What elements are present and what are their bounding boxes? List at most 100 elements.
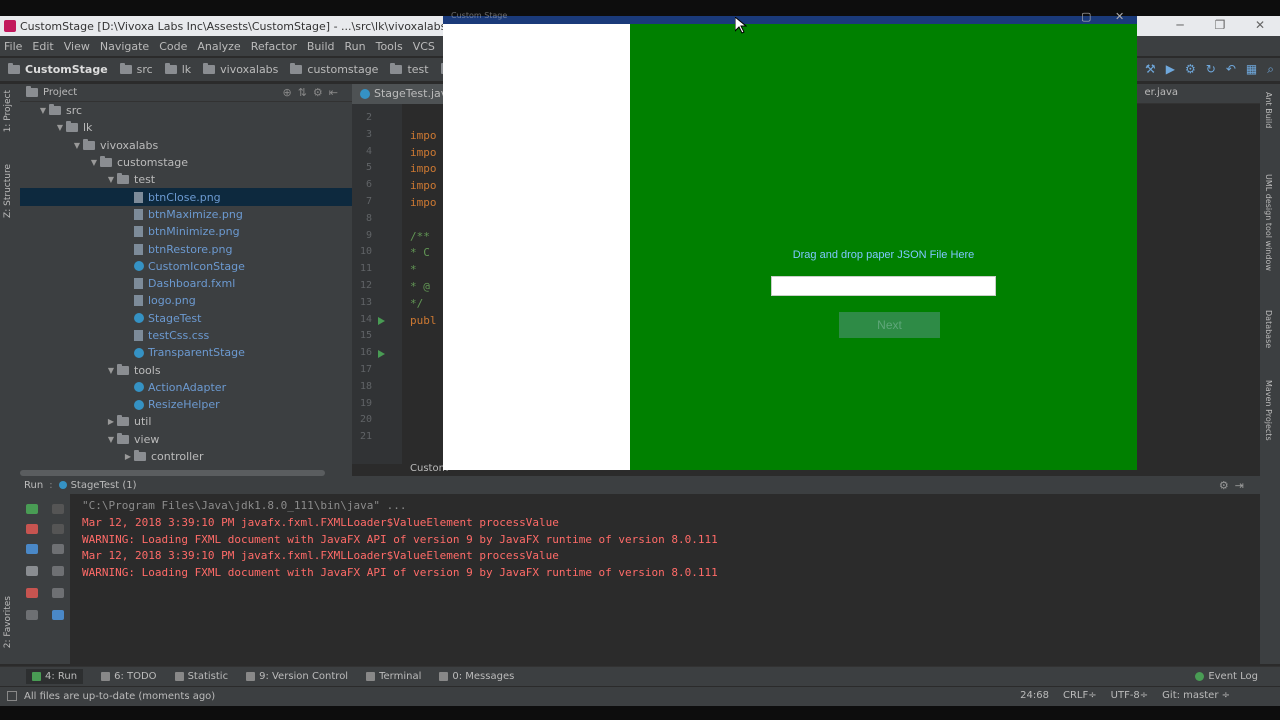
menu-item-view[interactable]: View [64,40,90,53]
breadcrumb-item[interactable]: vivoxalabs [203,63,278,76]
tree-item[interactable]: btnMinimize.png [20,223,352,240]
expand-arrow-icon[interactable]: ▼ [105,435,117,444]
tree-item[interactable]: CustomIconStage [20,258,352,275]
tree-item[interactable]: ActionAdapter [20,379,352,396]
run-icon[interactable]: ▶ [1166,62,1175,77]
next-button[interactable]: Next [839,312,940,338]
code-line[interactable]: impo [410,196,437,209]
menu-item-vcs[interactable]: VCS [413,40,435,53]
undo-icon[interactable]: ↶ [1226,62,1236,77]
file-encoding[interactable]: UTF-8÷ [1111,690,1149,701]
code-line[interactable]: * [410,263,417,276]
code-line[interactable]: impo [410,179,437,192]
database-tool-tab[interactable]: Database [1264,310,1273,348]
tool-window-button[interactable]: 0: Messages [439,671,514,682]
breadcrumb-item[interactable]: customstage [290,63,378,76]
tree-item[interactable]: ▼ view [20,431,352,448]
minimize-icon[interactable]: ─ [1165,18,1195,32]
menu-item-code[interactable]: Code [159,40,187,53]
pause-icon[interactable] [26,544,38,554]
maven-tool-tab[interactable]: Maven Projects [1264,380,1273,441]
tool-window-button[interactable]: 4: Run [26,669,84,684]
favorites-tool-tab[interactable]: 2: Favorites [3,596,13,648]
project-tool-tab[interactable]: 1: Project [3,90,13,132]
tree-item[interactable]: TransparentStage [20,344,352,361]
vcs-update-icon[interactable]: ↻ [1206,62,1216,77]
expand-arrow-icon[interactable]: ▼ [37,106,49,115]
scroll-to-end-icon[interactable] [52,566,64,576]
expand-arrow-icon[interactable]: ▼ [88,158,100,167]
line-separator[interactable]: CRLF÷ [1063,690,1097,701]
ant-build-tool-tab[interactable]: Ant Build [1264,92,1273,128]
git-branch[interactable]: Git: master ÷ [1162,690,1230,701]
expand-arrow-icon[interactable]: ▼ [105,175,117,184]
expand-arrow-icon[interactable]: ▼ [105,366,117,375]
tree-item[interactable]: ▶ util [20,413,352,430]
debug-icon[interactable]: ⚙ [1185,62,1196,77]
menu-item-run[interactable]: Run [345,40,366,53]
tool-window-button[interactable]: 6: TODO [101,671,157,682]
stage-maximize-icon[interactable]: ▢ [1081,10,1091,23]
tool-windows-toggle-icon[interactable] [7,691,17,701]
tree-item[interactable]: ▼ lk [20,119,352,136]
breadcrumb-item[interactable]: src [119,63,153,76]
tree-item[interactable]: ▼ vivoxalabs [20,137,352,154]
run-settings-icon[interactable]: ⚙⇥ [1219,479,1250,492]
tool-window-button[interactable]: 9: Version Control [246,671,348,682]
tree-item[interactable]: ▼ tools [20,361,352,378]
json-file-input[interactable] [771,276,996,296]
expand-arrow-icon[interactable]: ▼ [54,123,66,132]
tree-item[interactable]: logo.png [20,292,352,309]
print-icon[interactable] [52,588,64,598]
uml-tool-tab[interactable]: UML design tool window [1264,174,1273,271]
search-icon[interactable]: ⌕ [1267,62,1274,77]
run-config-name[interactable]: StageTest (1) [71,480,137,491]
project-panel-tools-icon[interactable]: ⊕⇅⚙⇤ [282,86,344,99]
menu-item-tools[interactable]: Tools [376,40,403,53]
tool-window-button[interactable]: Statistic [174,671,228,682]
restore-icon[interactable]: ❐ [1205,18,1235,32]
tree-item[interactable]: testCss.css [20,327,352,344]
tree-item[interactable]: btnClose.png [20,188,352,206]
structure-tool-tab[interactable]: Z: Structure [3,164,13,218]
layout-icon[interactable] [26,610,38,620]
run-gutter-icon[interactable] [378,316,385,325]
close-icon[interactable]: ✕ [1245,18,1275,32]
exit-icon[interactable] [26,588,38,598]
tool-window-button[interactable]: Terminal [366,671,421,682]
code-line[interactable]: * @ [410,280,430,293]
clear-all-icon[interactable] [52,610,64,620]
tree-item[interactable]: ▼ customstage [20,154,352,171]
menu-item-edit[interactable]: Edit [32,40,53,53]
tree-item[interactable]: ▼ src [20,102,352,119]
stage-close-icon[interactable]: ✕ [1115,10,1124,23]
dump-threads-icon[interactable] [26,566,38,576]
code-line[interactable]: /** [410,230,430,243]
menu-item-navigate[interactable]: Navigate [100,40,149,53]
code-line[interactable]: impo [410,162,437,175]
code-line[interactable]: impo [410,129,437,142]
run-console[interactable]: "C:\Program Files\Java\jdk1.8.0_111\bin\… [70,494,1260,664]
menu-item-file[interactable]: File [4,40,22,53]
event-log-button[interactable]: Event Log [1195,671,1258,682]
tree-item[interactable]: btnRestore.png [20,240,352,257]
code-line[interactable]: impo [410,146,437,159]
rerun-icon[interactable] [26,504,38,514]
menu-item-refactor[interactable]: Refactor [251,40,297,53]
tab-other-file[interactable]: er.java [1145,87,1178,98]
expand-arrow-icon[interactable]: ▼ [71,141,83,150]
breadcrumb-item[interactable]: lk [164,63,191,76]
tree-item[interactable]: ▼ test [20,171,352,188]
soft-wrap-icon[interactable] [52,544,64,554]
code-line[interactable]: */ [410,297,423,310]
stop-icon[interactable] [26,524,38,534]
tree-item[interactable]: btnMaximize.png [20,206,352,223]
breadcrumb-item[interactable]: test [390,63,429,76]
tree-item[interactable]: ResizeHelper [20,396,352,413]
build-icon[interactable]: ⚒ [1145,62,1156,77]
scroll-up-icon[interactable] [52,504,64,514]
code-line[interactable]: publ [410,314,437,327]
expand-arrow-icon[interactable]: ▶ [122,452,134,461]
custom-stage-title-bar[interactable]: Custom Stage ▢ ✕ [443,10,1137,24]
tree-item[interactable]: Dashboard.fxml [20,275,352,292]
